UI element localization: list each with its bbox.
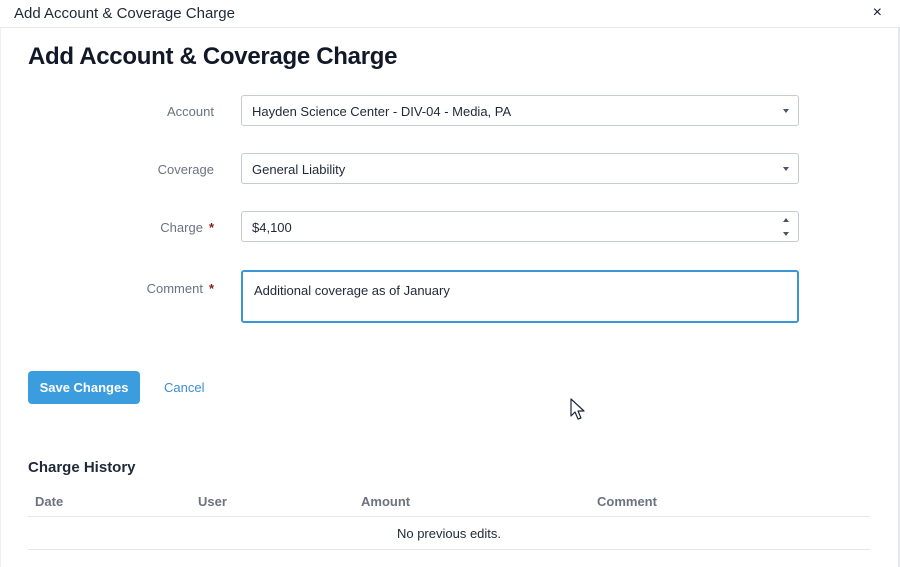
cancel-button[interactable]: Cancel [164, 380, 204, 395]
column-header-user: User [198, 494, 227, 509]
comment-label-text: Comment [146, 281, 203, 296]
account-label: Account [0, 104, 214, 119]
table-bottom-divider [28, 549, 870, 550]
page-title: Add Account & Coverage Charge [28, 43, 398, 70]
charge-history-title: Charge History [28, 459, 136, 476]
coverage-label-text: Coverage [157, 162, 214, 177]
comment-value: Additional coverage as of January [254, 283, 450, 298]
charge-value: $4,100 [252, 220, 292, 235]
column-header-amount: Amount [361, 494, 411, 509]
charge-label: Charge * [0, 220, 214, 235]
charge-label-text: Charge [160, 220, 203, 235]
close-icon[interactable]: × [873, 4, 882, 22]
dialog-titlebar: Add Account & Coverage Charge × [0, 0, 900, 28]
required-marker: * [208, 220, 214, 235]
column-header-comment: Comment [597, 494, 657, 509]
required-marker: * [208, 281, 214, 296]
charge-input[interactable]: $4,100 [241, 211, 799, 242]
empty-history-message: No previous edits. [396, 526, 502, 541]
account-select[interactable]: Hayden Science Center - DIV-04 - Media, … [241, 95, 799, 126]
account-label-text: Account [167, 104, 214, 119]
comment-label: Comment * [0, 281, 214, 296]
coverage-select[interactable]: General Liability [241, 153, 799, 184]
mouse-pointer-icon [570, 398, 585, 420]
column-header-date: Date [35, 494, 64, 509]
chevron-up-icon[interactable] [783, 218, 789, 222]
comment-textarea[interactable]: Additional coverage as of January [241, 270, 799, 323]
coverage-value: General Liability [252, 162, 346, 177]
chevron-down-icon[interactable] [783, 167, 789, 171]
dialog-title: Add Account & Coverage Charge [14, 5, 235, 22]
save-button[interactable]: Save Changes [28, 371, 140, 404]
account-value: Hayden Science Center - DIV-04 - Media, … [252, 104, 512, 119]
chevron-down-icon[interactable] [783, 109, 789, 113]
table-header-divider [28, 516, 870, 517]
coverage-label: Coverage [0, 162, 214, 177]
chevron-down-icon[interactable] [783, 232, 789, 236]
